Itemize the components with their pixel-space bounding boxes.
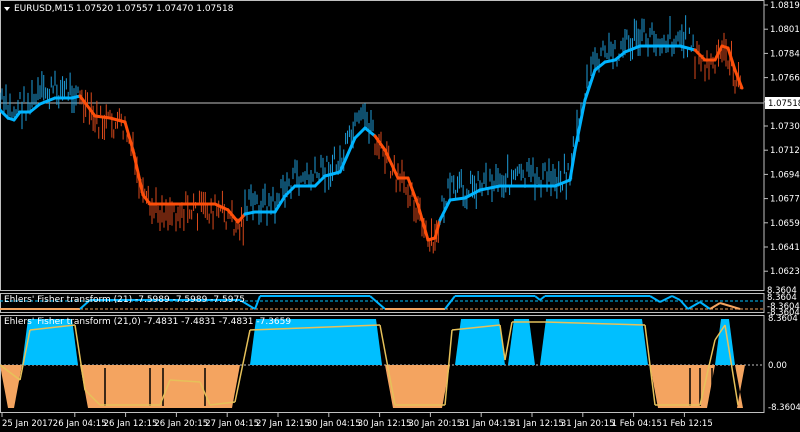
- trend-segment: [603, 58, 617, 64]
- price-tick-label: 1.06592: [770, 219, 800, 229]
- ohlc-values: 1.07520 1.07557 1.07470 1.07518: [76, 4, 234, 14]
- chart-header: EURUSD,M15 1.07520 1.07557 1.07470 1.075…: [4, 4, 234, 14]
- time-tick-label: 30 Jan 20:15: [408, 419, 462, 429]
- time-tick-label: 26 Jan 20:15: [154, 419, 208, 429]
- trend-segment: [243, 210, 257, 216]
- time-tick-label: 1 Feb 12:15: [662, 419, 712, 429]
- time-tick-label: 27 Jan 04:15: [205, 419, 259, 429]
- price-tick-label: 1.06417: [770, 243, 800, 253]
- sub2-scale-label: 8.3604: [768, 314, 798, 324]
- price-tick-label: 1.06237: [770, 267, 800, 277]
- price-tick-label: 1.07842: [770, 49, 800, 59]
- price-tick-label: 1.06772: [770, 195, 800, 205]
- price-tick-label: 1.08017: [770, 25, 800, 35]
- sub2-scale-label: 0.00: [768, 361, 787, 371]
- time-tick-label: 26 Jan 04:15: [53, 419, 107, 429]
- price-tick-label: 1.08197: [770, 1, 800, 11]
- price-tick-label: 1.07662: [770, 74, 800, 84]
- time-tick-label: 26 Jan 12:15: [104, 419, 158, 429]
- sub1-extra-upper: 8.3604: [767, 286, 797, 296]
- sub2-negative-area: [650, 365, 715, 408]
- time-tick-label: 30 Jan 04:15: [307, 419, 361, 429]
- time-tick-label: 1 Feb 04:15: [612, 419, 662, 429]
- time-tick-label: 27 Jan 12:15: [256, 419, 310, 429]
- time-tick-label: 31 Jan 20:15: [561, 419, 615, 429]
- time-tick-label: 25 Jan 2017: [2, 419, 53, 429]
- current-price-label: 1.07518: [768, 99, 800, 109]
- time-tick-label: 31 Jan 04:15: [459, 419, 513, 429]
- sub2-scale-label: -8.3604: [768, 403, 800, 413]
- price-tick-label: 1.06947: [770, 170, 800, 180]
- price-tick-label: 1.07127: [770, 146, 800, 156]
- trend-segment: [93, 114, 112, 120]
- sub2-negative-area: [80, 365, 240, 408]
- chart-canvas[interactable]: 1.081971.080171.078421.076621.074821.073…: [0, 0, 800, 432]
- sub2-positive-area: [540, 319, 648, 365]
- time-tick-label: 30 Jan 12:15: [358, 419, 412, 429]
- trend-segment: [448, 196, 467, 202]
- sub2-title: Ehlers' Fisher transform (21,0) -7.4831 …: [4, 317, 291, 327]
- symbol-timeframe: EURUSD,M15: [14, 4, 74, 14]
- sub1-title: Ehlers' Fisher transform (21) -7.5989 -7…: [4, 295, 245, 305]
- time-tick-label: 31 Jan 12:15: [510, 419, 564, 429]
- price-tick-label: 1.07307: [770, 122, 800, 132]
